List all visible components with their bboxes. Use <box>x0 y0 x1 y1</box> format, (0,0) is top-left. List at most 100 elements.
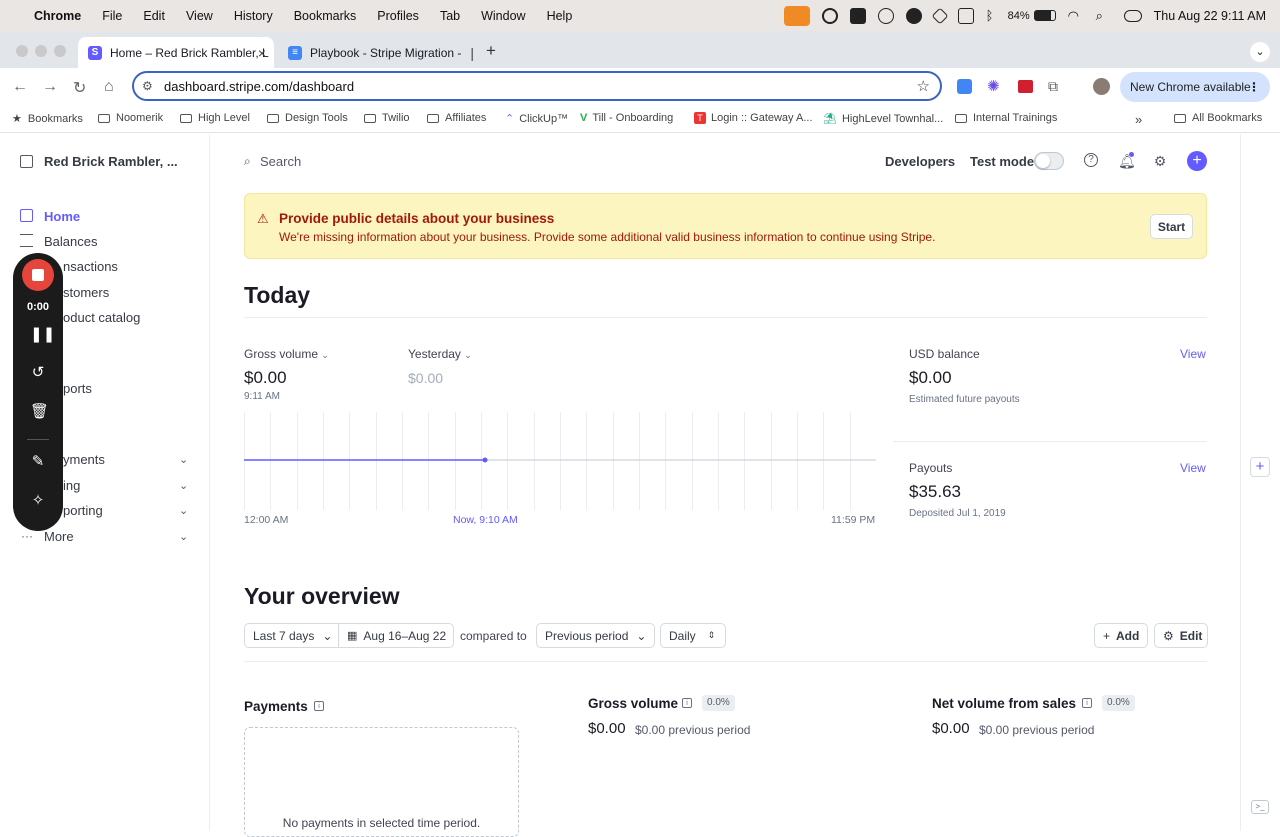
bookmark-star-icon[interactable]: ☆ <box>917 77 930 95</box>
bookmark-till-onboarding[interactable]: V Till - Onboarding <box>580 112 673 124</box>
extensions-puzzle-icon[interactable]: ⧉ <box>1048 78 1058 95</box>
help-icon[interactable]: ? <box>1084 153 1098 167</box>
compare-yesterday-selector[interactable]: Yesterday ⌄ <box>408 347 472 361</box>
site-settings-icon[interactable]: ⚙ <box>142 79 153 93</box>
create-plus-button[interactable]: + <box>1187 151 1207 171</box>
sidebar-item-transactions[interactable]: nsactions <box>63 259 118 274</box>
forward-arrow-icon[interactable]: → <box>42 78 58 96</box>
bookmark-highlevel-townhall[interactable]: ⛱ HighLevel Townhal... <box>823 112 943 126</box>
bookmark-high-level[interactable]: High Level <box>180 112 250 124</box>
chevron-down-icon[interactable]: ⌄ <box>179 453 188 466</box>
menu-app-name[interactable]: Chrome <box>34 9 81 23</box>
window-close-button[interactable] <box>16 45 28 57</box>
menu-tab[interactable]: Tab <box>440 9 460 23</box>
usd-balance-view-link[interactable]: View <box>1180 347 1206 361</box>
bookmark-login-gateway[interactable]: T Login :: Gateway A... <box>694 112 813 124</box>
bookmark-bookmarks[interactable]: ★ Bookmarks <box>12 112 83 126</box>
chevron-down-icon[interactable]: ⌄ <box>179 530 188 543</box>
sidebar-item-home[interactable]: Home <box>44 209 80 224</box>
check-status-icon[interactable] <box>905 7 922 24</box>
home-icon[interactable]: ⌂ <box>104 78 114 96</box>
test-mode-toggle[interactable] <box>1034 152 1064 170</box>
wifi-icon[interactable]: ◠ <box>1068 8 1084 24</box>
menu-bookmarks[interactable]: Bookmarks <box>294 9 357 23</box>
menu-edit[interactable]: Edit <box>143 9 165 23</box>
menu-help[interactable]: Help <box>547 9 573 23</box>
sidebar-item-customers[interactable]: stomers <box>63 285 109 300</box>
control-center-icon[interactable] <box>1123 9 1142 22</box>
effects-icon[interactable]: ✧ <box>30 491 46 509</box>
window-minimize-button[interactable] <box>35 45 47 57</box>
add-panel-plus-icon[interactable]: + <box>1250 457 1270 477</box>
window-zoom-button[interactable] <box>54 45 66 57</box>
menu-profiles[interactable]: Profiles <box>377 9 419 23</box>
sidebar-item-balances[interactable]: Balances <box>44 234 97 249</box>
bookmark-noomerik[interactable]: Noomerik <box>98 112 163 124</box>
sidebar-item-reports[interactable]: ports <box>63 381 92 396</box>
chevron-down-icon[interactable]: ⌄ <box>179 479 188 492</box>
extension-red-icon[interactable] <box>1018 80 1033 93</box>
bookmark-internal-trainings[interactable]: Internal Trainings <box>955 112 1057 124</box>
date-picker[interactable]: ▦ Aug 16–Aug 22 <box>338 623 454 648</box>
sidebar-item-billing[interactable]: ing <box>63 478 80 493</box>
back-arrow-icon[interactable]: ← <box>12 78 28 96</box>
trash-icon[interactable]: 🗑 <box>30 402 49 420</box>
bluetooth-icon[interactable]: ᛒ <box>986 8 996 24</box>
bookmark-design-tools[interactable]: Design Tools <box>267 112 348 124</box>
payouts-view-link[interactable]: View <box>1180 461 1206 475</box>
sidebar-status-icon[interactable] <box>957 7 974 24</box>
tab-stripe-home[interactable]: S Home – Red Brick Rambler, L × <box>78 37 274 68</box>
sidebar-item-payments[interactable]: yments <box>63 452 105 467</box>
app-status-icon[interactable] <box>849 7 866 24</box>
bookmark-twilio[interactable]: Twilio <box>364 112 410 124</box>
info-icon[interactable]: i <box>682 698 692 708</box>
sidebar-item-reporting[interactable]: porting <box>63 503 103 518</box>
start-button[interactable]: Start <box>1150 214 1193 239</box>
address-bar[interactable]: ⚙ dashboard.stripe.com/dashboard ☆ <box>132 71 942 101</box>
pause-icon[interactable]: ❚❚ <box>30 325 55 343</box>
reload-icon[interactable]: ↻ <box>73 78 86 98</box>
add-widget-button[interactable]: + Add <box>1094 623 1148 648</box>
sidebar-item-more[interactable]: More <box>44 529 74 544</box>
new-tab-plus-icon[interactable]: + <box>486 41 496 61</box>
gross-volume-selector[interactable]: Gross volume ⌄ <box>244 347 329 361</box>
layers-icon[interactable] <box>931 7 949 24</box>
granularity-select[interactable]: Daily ⇕ <box>660 623 726 648</box>
grid-status-icon[interactable] <box>877 7 894 24</box>
menu-window[interactable]: Window <box>481 9 525 23</box>
developers-link[interactable]: Developers <box>885 154 955 169</box>
bookmark-clickup[interactable]: ⌃ ClickUp™ <box>505 112 568 126</box>
menu-history[interactable]: History <box>234 9 273 23</box>
profile-avatar[interactable] <box>1093 78 1110 95</box>
tab-playbook[interactable]: ≡ Playbook - Stripe Migration - | <box>278 37 474 68</box>
search-input[interactable]: Search <box>260 154 301 169</box>
chevron-down-icon[interactable]: ⌄ <box>179 504 188 517</box>
stop-recording-button[interactable] <box>22 259 54 291</box>
edit-overview-button[interactable]: ⚙ Edit <box>1154 623 1208 648</box>
restart-icon[interactable]: ↺ <box>30 363 46 381</box>
account-switcher[interactable]: Red Brick Rambler, ... <box>44 154 178 169</box>
menu-view[interactable]: View <box>186 9 213 23</box>
comparison-period-select[interactable]: Previous period ⌄ <box>536 623 655 648</box>
info-icon[interactable]: i <box>314 701 324 711</box>
pencil-icon[interactable]: ✎ <box>30 452 46 470</box>
settings-gear-icon[interactable]: ⚙ <box>1152 153 1168 169</box>
bookmarks-overflow-icon[interactable]: » <box>1135 112 1142 127</box>
sidebar-item-product-catalog[interactable]: oduct catalog <box>63 310 140 325</box>
spotlight-search-icon[interactable]: ⌕ <box>1096 8 1112 24</box>
info-icon[interactable]: i <box>1082 698 1092 708</box>
terminal-icon[interactable]: >_ <box>1251 800 1269 814</box>
date-range-select[interactable]: Last 7 days ⌄ <box>244 623 339 648</box>
tab-search-chevron-icon[interactable]: ⌄ <box>1250 42 1270 62</box>
all-bookmarks[interactable]: All Bookmarks <box>1174 112 1262 124</box>
menu-file[interactable]: File <box>102 9 122 23</box>
microphone-icon[interactable] <box>783 5 810 26</box>
brightness-icon[interactable] <box>821 7 838 24</box>
bookmark-affiliates[interactable]: Affiliates <box>427 112 486 124</box>
close-tab-icon[interactable]: × <box>258 45 266 61</box>
battery-icon[interactable] <box>1033 10 1056 21</box>
extension-f-icon[interactable] <box>957 79 972 94</box>
kebab-menu-icon[interactable]: ⋮ <box>1248 80 1260 94</box>
new-chrome-available-button[interactable]: New Chrome available ⋮ <box>1120 72 1270 102</box>
extension-gear-icon[interactable]: ✺ <box>987 77 1000 95</box>
